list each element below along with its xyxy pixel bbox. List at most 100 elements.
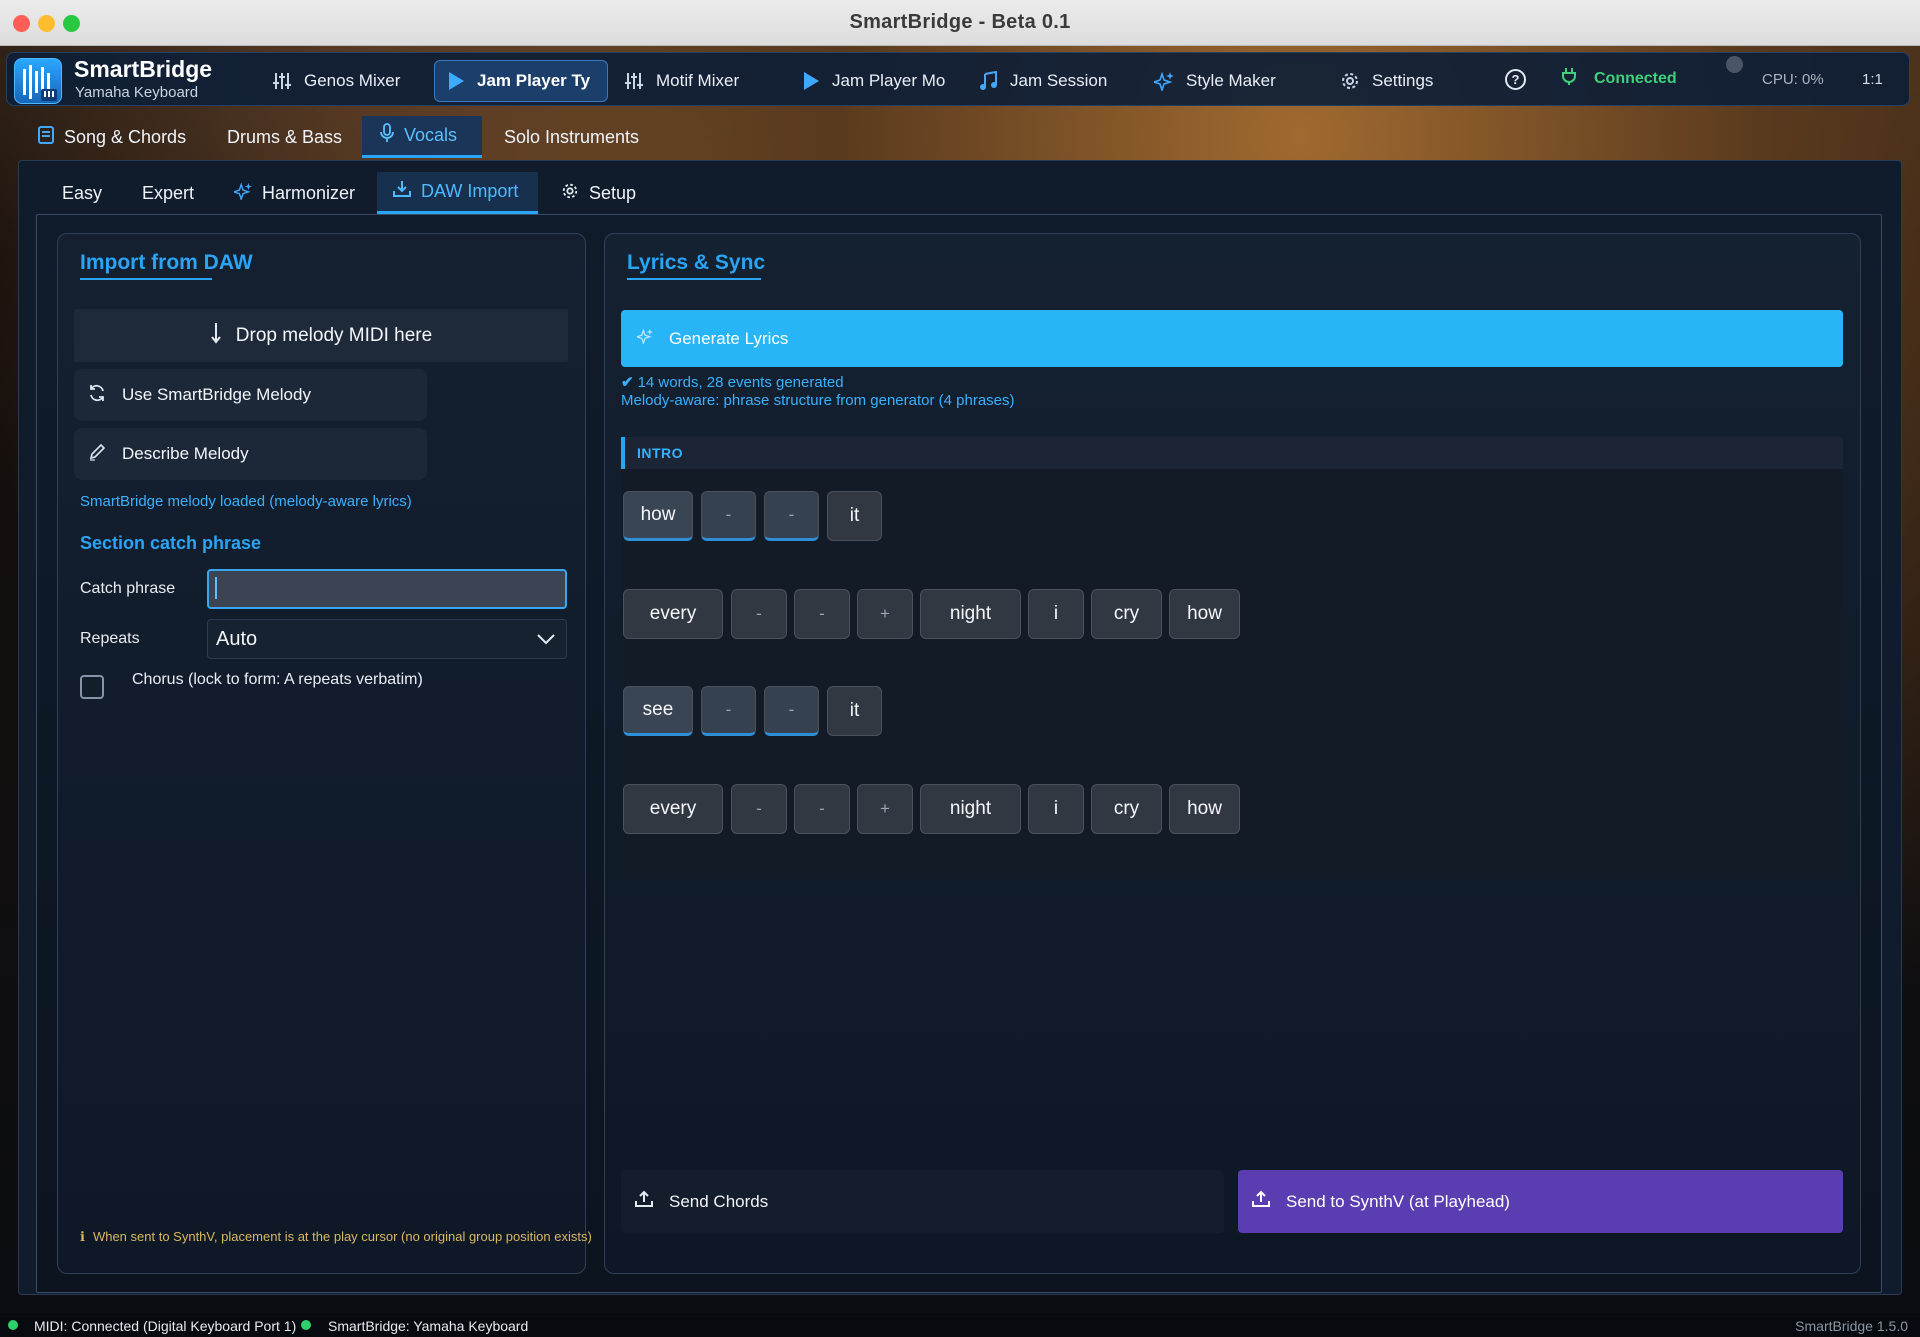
tab-label: Vocals <box>404 125 458 145</box>
tab-song-chords[interactable]: Song & Chords <box>20 116 204 158</box>
upload-icon <box>635 1190 653 1213</box>
tab-setup[interactable]: Setup <box>545 172 652 214</box>
lyric-chip[interactable]: it <box>827 491 882 541</box>
tab-label: Setup <box>589 182 637 203</box>
help-icon[interactable]: ? <box>1505 69 1526 90</box>
footnote-text: When sent to SynthV, placement is at the… <box>92 1229 592 1244</box>
record-indicator <box>1726 56 1743 73</box>
tab-label: Song & Chords <box>64 126 187 147</box>
lyric-chip[interactable]: every <box>623 784 723 834</box>
lyric-chip-hold[interactable]: - <box>794 589 850 639</box>
sliders-icon <box>624 72 644 90</box>
lyric-chip[interactable]: i <box>1028 589 1084 639</box>
window-title: SmartBridge - Beta 0.1 <box>849 11 1071 33</box>
lyric-chip-hold[interactable]: - <box>701 686 756 736</box>
tab-expert[interactable]: Expert <box>126 172 210 214</box>
checkmark-icon: ✔ <box>621 374 634 391</box>
lyric-chip[interactable]: night <box>920 784 1021 834</box>
mic-icon <box>380 123 394 148</box>
cpu-meter: CPU: 0% <box>1762 71 1824 88</box>
midi-status-dot <box>8 1320 18 1330</box>
tab-label: DAW Import <box>421 181 519 201</box>
nav-jam-player-mo[interactable]: Jam Player Mo <box>790 60 957 102</box>
tab-daw-import[interactable]: DAW Import <box>377 172 538 214</box>
tab-label: Easy <box>62 182 103 203</box>
tab-solo-instruments[interactable]: Solo Instruments <box>486 116 657 158</box>
bridge-status-dot <box>301 1320 311 1330</box>
plug-icon <box>1562 67 1576 90</box>
button-label: Use SmartBridge Melody <box>122 385 311 404</box>
lyric-chip-hold[interactable]: - <box>701 491 756 541</box>
nav-settings[interactable]: Settings <box>1328 60 1445 102</box>
tab-vocals[interactable]: Vocals <box>362 116 482 158</box>
lyric-chip[interactable]: see <box>623 686 693 736</box>
lyric-chip[interactable]: how <box>623 491 693 541</box>
chevron-down-icon <box>536 628 556 651</box>
describe-melody-button[interactable]: Describe Melody <box>74 428 427 480</box>
send-to-synthv-button[interactable]: Send to SynthV (at Playhead) <box>1238 1170 1843 1233</box>
nav-label: Style Maker <box>1186 71 1276 90</box>
send-chords-button[interactable]: Send Chords <box>621 1170 1224 1233</box>
phrase-status: Melody-aware: phrase structure from gene… <box>621 392 1015 409</box>
lyric-chip-hold[interactable]: - <box>731 589 787 639</box>
midi-status: MIDI: Connected (Digital Keyboard Port 1… <box>34 1318 297 1334</box>
lyric-chip[interactable]: it <box>827 686 882 736</box>
nav-label: Settings <box>1372 71 1434 90</box>
button-label: Send to SynthV (at Playhead) <box>1286 1191 1510 1211</box>
info-icon: ℹ <box>80 1229 85 1244</box>
pencil-icon <box>88 443 106 466</box>
download-icon <box>393 180 411 203</box>
tab-label: Expert <box>142 182 195 203</box>
gear-icon <box>561 182 579 205</box>
catch-phrase-input[interactable] <box>207 569 567 609</box>
repeats-select[interactable]: Auto <box>207 619 567 659</box>
lyric-chip[interactable]: cry <box>1091 589 1162 639</box>
lyric-chip[interactable]: night <box>920 589 1021 639</box>
lyric-chip[interactable]: every <box>623 589 723 639</box>
nav-genos-mixer[interactable]: Genos Mixer <box>260 60 412 102</box>
music-note-icon <box>978 71 998 91</box>
melody-loaded-status: SmartBridge melody loaded (melody-aware … <box>80 493 412 510</box>
upload-icon <box>1252 1190 1270 1213</box>
lyric-chip-hold[interactable]: - <box>731 784 787 834</box>
bridge-status: SmartBridge: Yamaha Keyboard <box>328 1318 529 1334</box>
nav-label: Jam Player Mo <box>832 71 946 90</box>
sliders-icon <box>272 72 292 90</box>
lyric-chip-extend[interactable]: + <box>857 589 913 639</box>
gear-icon <box>1340 71 1360 91</box>
text-caret <box>215 577 217 599</box>
lyrics-area: how - - it every - - + night i cry how s… <box>621 469 1843 879</box>
repeats-value: Auto <box>216 627 258 650</box>
tab-drums-bass[interactable]: Drums & Bass <box>209 116 360 158</box>
nav-jam-session[interactable]: Jam Session <box>966 60 1119 102</box>
tab-label: Drums & Bass <box>227 126 343 147</box>
title-underline <box>80 278 212 280</box>
nav-motif-mixer[interactable]: Motif Mixer <box>612 60 751 102</box>
play-icon <box>802 71 820 91</box>
tab-label: Harmonizer <box>262 182 356 203</box>
tab-harmonizer[interactable]: Harmonizer <box>218 172 371 214</box>
lyric-chip[interactable]: how <box>1169 784 1240 834</box>
chorus-checkbox[interactable] <box>80 675 104 699</box>
lyric-chip-hold[interactable]: - <box>764 686 819 736</box>
lyric-chip[interactable]: how <box>1169 589 1240 639</box>
generate-lyrics-button[interactable]: Generate Lyrics <box>621 310 1843 367</box>
song-icon <box>38 125 54 149</box>
nav-style-maker[interactable]: Style Maker <box>1142 60 1288 102</box>
keyboard-logo-icon <box>23 65 57 101</box>
window-titlebar: SmartBridge - Beta 0.1 <box>0 0 1920 46</box>
lyric-chip[interactable]: i <box>1028 784 1084 834</box>
ratio-readout: 1:1 <box>1862 71 1883 88</box>
lyric-chip-extend[interactable]: + <box>857 784 913 834</box>
status-text: 14 words, 28 events generated <box>637 374 844 391</box>
lyric-chip-hold[interactable]: - <box>764 491 819 541</box>
sparkle-icon <box>1154 71 1174 91</box>
lyric-chip-hold[interactable]: - <box>794 784 850 834</box>
tab-easy[interactable]: Easy <box>46 172 118 214</box>
use-smartbridge-melody-button[interactable]: Use SmartBridge Melody <box>74 369 427 421</box>
section-header-intro: INTRO <box>621 437 1843 469</box>
nav-jam-player-ty[interactable]: Jam Player Ty <box>434 60 608 102</box>
midi-drop-zone[interactable]: Drop melody MIDI here <box>74 309 568 362</box>
lyric-chip[interactable]: cry <box>1091 784 1162 834</box>
nav-label: Jam Player Ty <box>477 71 591 90</box>
